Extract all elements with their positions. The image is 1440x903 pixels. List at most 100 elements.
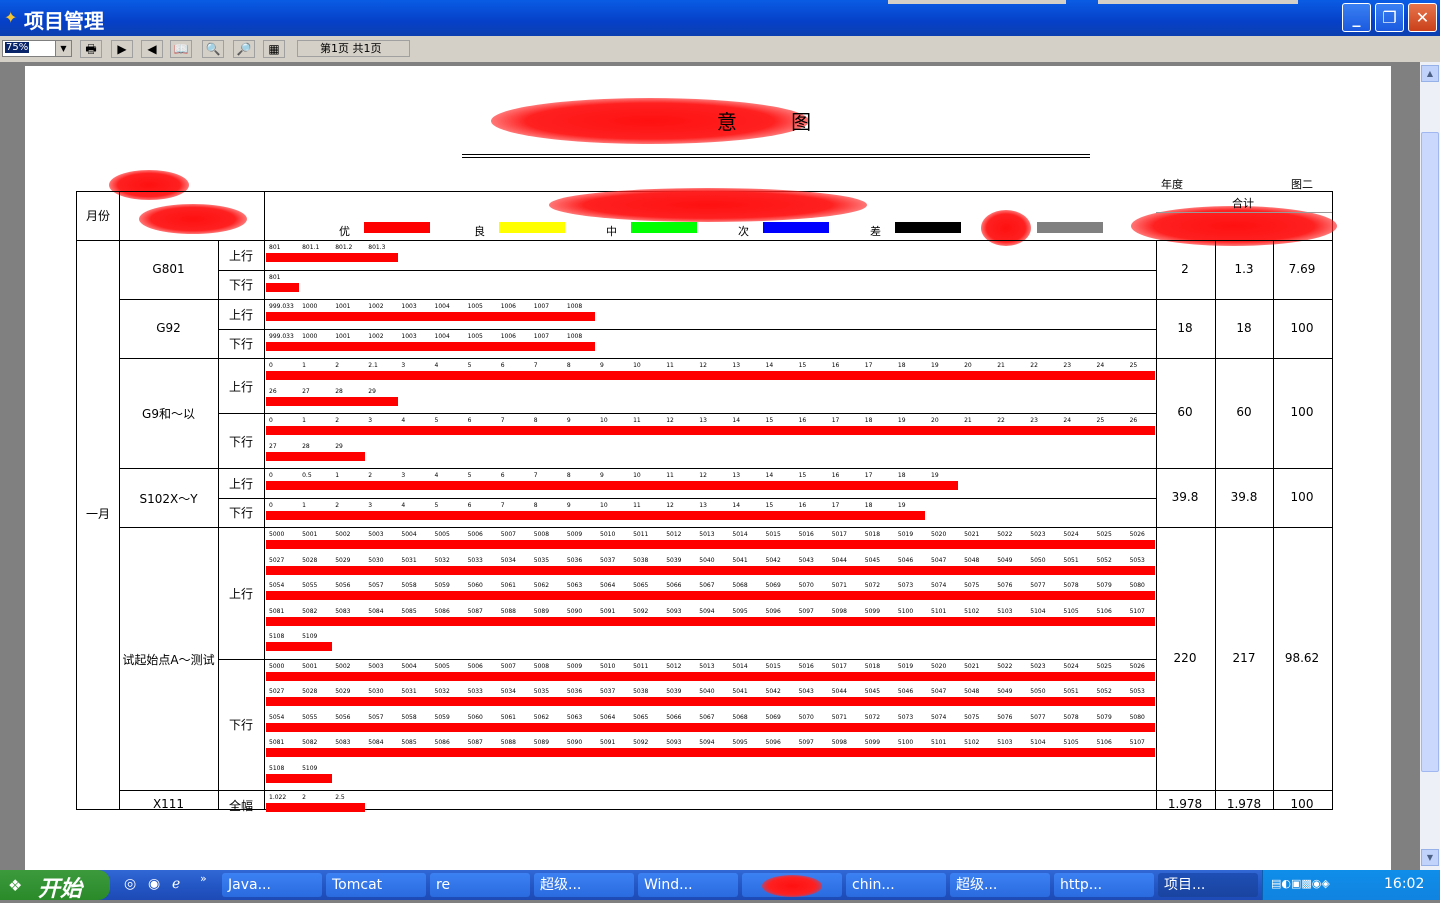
- book-view-button[interactable]: 📖: [170, 40, 192, 58]
- chart-tick-label: 2: [335, 417, 340, 424]
- quicklaunch-more-icon[interactable]: »: [200, 872, 207, 885]
- zoom-in-button[interactable]: 🔍: [202, 40, 224, 58]
- taskbar-item[interactable]: 超级...: [534, 873, 634, 897]
- quality-bar: [266, 697, 1155, 706]
- chart-tick-label: 5044: [831, 688, 847, 695]
- chart-tick-label: 5088: [500, 739, 516, 746]
- chart-tick-label: 10: [600, 501, 608, 509]
- ie-quicklaunch-icon[interactable]: ◎: [124, 876, 136, 892]
- chart-tick-label: 5063: [566, 713, 583, 721]
- taskbar-item[interactable]: [742, 873, 842, 897]
- chart-tick-label: 5090: [566, 739, 583, 746]
- taskbar-item[interactable]: re: [430, 873, 530, 897]
- taskbar-item-label: Java...: [228, 877, 271, 893]
- chart-tick-label: 5033: [467, 556, 483, 564]
- chart-tick-label: 1004: [434, 332, 450, 340]
- chart-tick-label: 5087: [467, 607, 483, 615]
- chart-tick-label: 5108: [269, 764, 285, 772]
- taskbar-item-label: 超级...: [540, 877, 582, 893]
- quality-bar: [266, 481, 958, 490]
- chart-tick-label: 5: [467, 362, 472, 369]
- tray-icons[interactable]: ▤◐▣▩◉◈: [1271, 877, 1330, 890]
- chart-tick-label: 5103: [997, 607, 1013, 615]
- taskbar-item[interactable]: 项目...: [1158, 873, 1258, 897]
- browser-quicklaunch-icon[interactable]: ℯ: [172, 876, 180, 892]
- taskbar-item[interactable]: Java...: [222, 873, 322, 897]
- scroll-up-button[interactable]: ▲: [1421, 65, 1439, 82]
- chart-tick-label: 5034: [500, 556, 516, 564]
- chart-tick-label: 5008: [533, 662, 550, 670]
- total-value: 39.8: [1171, 489, 1199, 504]
- chart-tick-label: 5081: [269, 607, 285, 615]
- chart-tick-label: 5076: [997, 713, 1013, 721]
- chart-tick-label: 16: [798, 417, 807, 424]
- chart-tick-label: 5017: [831, 662, 847, 670]
- maximize-button[interactable]: ❐: [1375, 3, 1404, 32]
- chart-tick-label: 5085: [401, 607, 417, 615]
- chart-tick-label: 2.1: [368, 362, 378, 369]
- chart-tick-label: 9: [600, 472, 604, 479]
- chart-tick-label: 5096: [765, 739, 781, 746]
- chart-tick-label: 13: [732, 472, 741, 479]
- close-button[interactable]: ✕: [1408, 3, 1437, 32]
- chart-tick-label: 26: [269, 387, 277, 395]
- direction-cell: 全幅: [228, 798, 253, 813]
- firefox-quicklaunch-icon[interactable]: ◉: [148, 876, 160, 892]
- app-icon: ✦: [4, 8, 18, 27]
- scroll-thumb[interactable]: [1421, 132, 1439, 772]
- chart-tick-label: 5000: [269, 531, 285, 538]
- chart-tick-label: 1002: [368, 303, 384, 310]
- chart-tick-label: 7: [533, 472, 538, 479]
- chart-tick-label: 5100: [897, 607, 914, 615]
- taskbar-item[interactable]: 超级...: [950, 873, 1050, 897]
- chart-tick-label: 5020: [931, 531, 947, 538]
- chart-tick-label: 5040: [699, 688, 715, 695]
- taskbar-item[interactable]: Wind...: [638, 873, 738, 897]
- chart-tick-label: 9: [600, 362, 604, 369]
- next-page-button[interactable]: ▶: [111, 40, 133, 58]
- quality-bar: [266, 748, 1155, 757]
- chart-tick-label: 5094: [699, 739, 715, 746]
- start-button[interactable]: ❖ 开始: [0, 870, 110, 902]
- taskbar-item[interactable]: chin...: [846, 873, 946, 897]
- chart-tick-label: 5106: [1096, 607, 1112, 615]
- chart-tick-label: 5049: [997, 688, 1013, 695]
- chart-tick-label: 5042: [765, 556, 781, 564]
- minimize-button[interactable]: _: [1342, 3, 1371, 32]
- zoom-select[interactable]: 75% ▼: [2, 40, 72, 57]
- print-button[interactable]: 🖶: [80, 40, 102, 58]
- zoom-out-button[interactable]: 🔎: [233, 40, 255, 58]
- chevron-down-icon[interactable]: ▼: [55, 41, 71, 56]
- chart-tick-label: 5086: [434, 739, 450, 746]
- chart-tick-label: 1005: [467, 303, 483, 310]
- vertical-scrollbar[interactable]: ▲ ▼: [1420, 62, 1440, 870]
- chart-tick-label: 5052: [1096, 556, 1112, 564]
- scroll-down-button[interactable]: ▼: [1421, 849, 1439, 866]
- chart-tick-label: 5: [434, 501, 439, 509]
- chart-tick-label: 5030: [368, 688, 384, 695]
- chart-tick-label: 4: [401, 501, 406, 509]
- start-label: 开始: [38, 877, 83, 902]
- chart-tick-label: 5068: [732, 713, 748, 721]
- export-button[interactable]: ▦: [263, 40, 285, 58]
- chart-tick-label: 5069: [765, 713, 781, 721]
- window-titlebar[interactable]: ✦ 项目管理 _ ❐ ✕: [0, 0, 1440, 36]
- chart-tick-label: 5084: [368, 607, 384, 615]
- chart-tick-label: 5053: [1129, 556, 1145, 564]
- report-title: 意 图: [716, 110, 836, 134]
- title-underline: [462, 154, 1090, 155]
- taskbar-item[interactable]: Tomcat: [326, 873, 426, 897]
- chart-tick-label: 18: [897, 362, 906, 369]
- total-value: 1.978: [1167, 796, 1203, 811]
- taskbar-item[interactable]: http...: [1054, 873, 1154, 897]
- chart-tick-label: 5067: [699, 582, 715, 589]
- legend-label: 优: [339, 225, 350, 238]
- chart-tick-label: 7: [500, 417, 505, 424]
- chart-tick-label: 5048: [964, 556, 980, 564]
- chart-tick-label: 23: [1030, 417, 1038, 424]
- total-value: 18: [1177, 320, 1193, 335]
- chart-tick-label: 5029: [335, 556, 351, 564]
- prev-page-button[interactable]: ◀: [141, 40, 163, 58]
- chart-tick-label: 5073: [897, 713, 914, 721]
- chart-tick-label: 8: [566, 472, 571, 479]
